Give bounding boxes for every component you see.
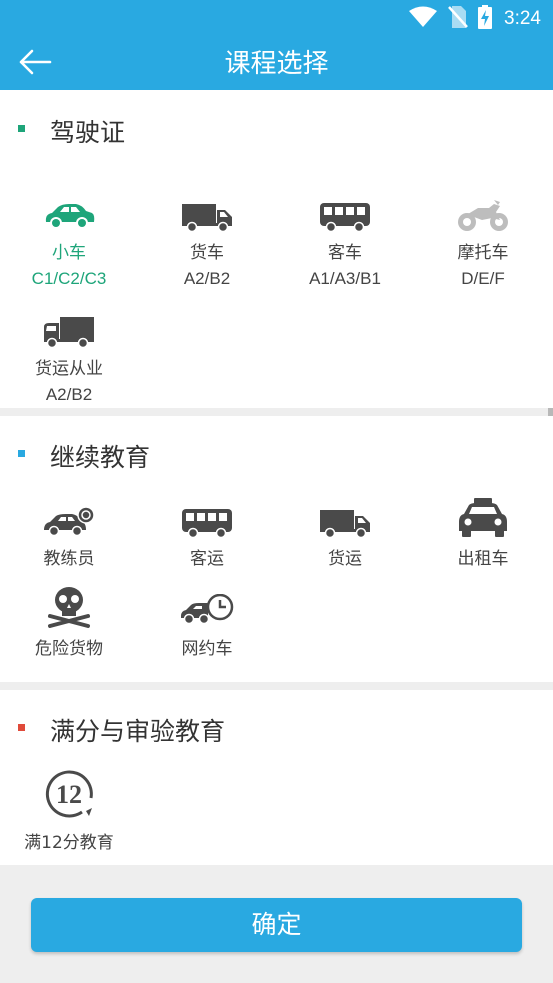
course-list: 驾驶证 小车 C1/C2/C3 货车 A2/B2 客车 A1/A3/B1 摩托车… — [0, 90, 553, 872]
ride-hailing-icon — [180, 593, 234, 632]
skull-icon — [47, 586, 91, 632]
course-item-license: D/E/F — [461, 269, 505, 288]
course-item-label: 客车 — [328, 243, 362, 263]
score-12-icon: 12 — [42, 768, 96, 826]
course-item-dangerous-goods[interactable]: 危险货物 — [0, 587, 138, 662]
course-item-full-12[interactable]: 12 满12分教育 — [0, 770, 138, 856]
course-item-ride-hailing[interactable]: 网约车 — [138, 592, 276, 662]
section-title: 继续教育 — [50, 443, 151, 472]
back-button[interactable] — [18, 44, 70, 84]
no-sim-icon — [448, 5, 468, 33]
truck-icon — [319, 508, 371, 542]
course-item-truck[interactable]: 货车 A2/B2 — [138, 176, 276, 292]
status-time: 3:24 — [504, 8, 541, 29]
motorcycle-icon — [456, 198, 510, 236]
course-item-license: A2/B2 — [45, 385, 93, 404]
course-item-bus[interactable]: 客车 A1/A3/B1 — [276, 176, 414, 292]
course-item-license: A2/B2 — [183, 269, 231, 288]
app-bar: 课程选择 — [0, 38, 553, 90]
course-item-label: 危险货物 — [35, 639, 103, 659]
course-item-motorcycle[interactable]: 摩托车 D/E/F — [414, 176, 552, 292]
course-item-car[interactable]: 小车 C1/C2/C3 — [0, 176, 138, 292]
section-header: 继续教育 — [0, 416, 553, 496]
course-item-label: 网约车 — [181, 639, 233, 659]
status-icons: 3:24 — [408, 5, 541, 33]
truck-icon — [181, 202, 233, 236]
arrow-left-icon — [18, 48, 52, 80]
footer: 确定 — [0, 872, 553, 983]
section-title: 驾驶证 — [50, 118, 126, 147]
section-marker — [18, 125, 25, 132]
course-item-license: A1/A3/B1 — [309, 269, 381, 288]
course-item-instructor[interactable]: 教练员 — [0, 502, 138, 572]
course-item-label: 货运从业 — [35, 359, 103, 379]
course-item-passenger-transport[interactable]: 客运 — [138, 502, 276, 572]
course-item-taxi[interactable]: 出租车 — [414, 498, 552, 572]
course-item-label: 满12分教育 — [24, 833, 114, 853]
bus-icon — [181, 508, 233, 542]
course-item-freight-transport[interactable]: 货运 — [276, 502, 414, 572]
section-header: 驾驶证 — [0, 90, 553, 170]
section-continuing-education: 继续教育 教练员 客运 货运 出租车 危险货物 网约车 — [0, 416, 553, 682]
section-marker — [18, 724, 25, 731]
page-title: 课程选择 — [224, 49, 329, 79]
confirm-button[interactable]: 确定 — [31, 898, 522, 952]
course-item-cargo-transport[interactable]: 货运从业 A2/B2 — [0, 292, 138, 408]
svg-text:12: 12 — [56, 780, 82, 809]
battery-charging-icon — [478, 5, 493, 33]
course-item-label: 客运 — [190, 549, 224, 569]
course-item-label: 货运 — [328, 549, 362, 569]
section-marker — [18, 450, 25, 457]
section-driver-license: 驾驶证 小车 C1/C2/C3 货车 A2/B2 客车 A1/A3/B1 摩托车… — [0, 90, 553, 408]
wifi-icon — [408, 6, 438, 32]
status-bar: 3:24 — [0, 0, 553, 38]
section-header: 满分与审验教育 — [0, 690, 553, 770]
coach-car-icon — [42, 506, 96, 542]
course-item-license: C1/C2/C3 — [31, 269, 107, 288]
section-full-score-education: 满分与审验教育 12 满12分教育 — [0, 690, 553, 865]
course-item-label: 小车 — [52, 243, 86, 263]
taxi-icon — [458, 498, 508, 542]
course-item-label: 货车 — [190, 243, 224, 263]
car-icon — [42, 200, 96, 236]
bus-icon — [319, 202, 371, 236]
course-item-label: 教练员 — [43, 549, 95, 569]
course-item-label: 摩托车 — [457, 243, 509, 263]
course-item-label: 出租车 — [457, 549, 509, 569]
section-title: 满分与审验教育 — [50, 717, 226, 746]
cargo-truck-icon — [43, 316, 95, 352]
